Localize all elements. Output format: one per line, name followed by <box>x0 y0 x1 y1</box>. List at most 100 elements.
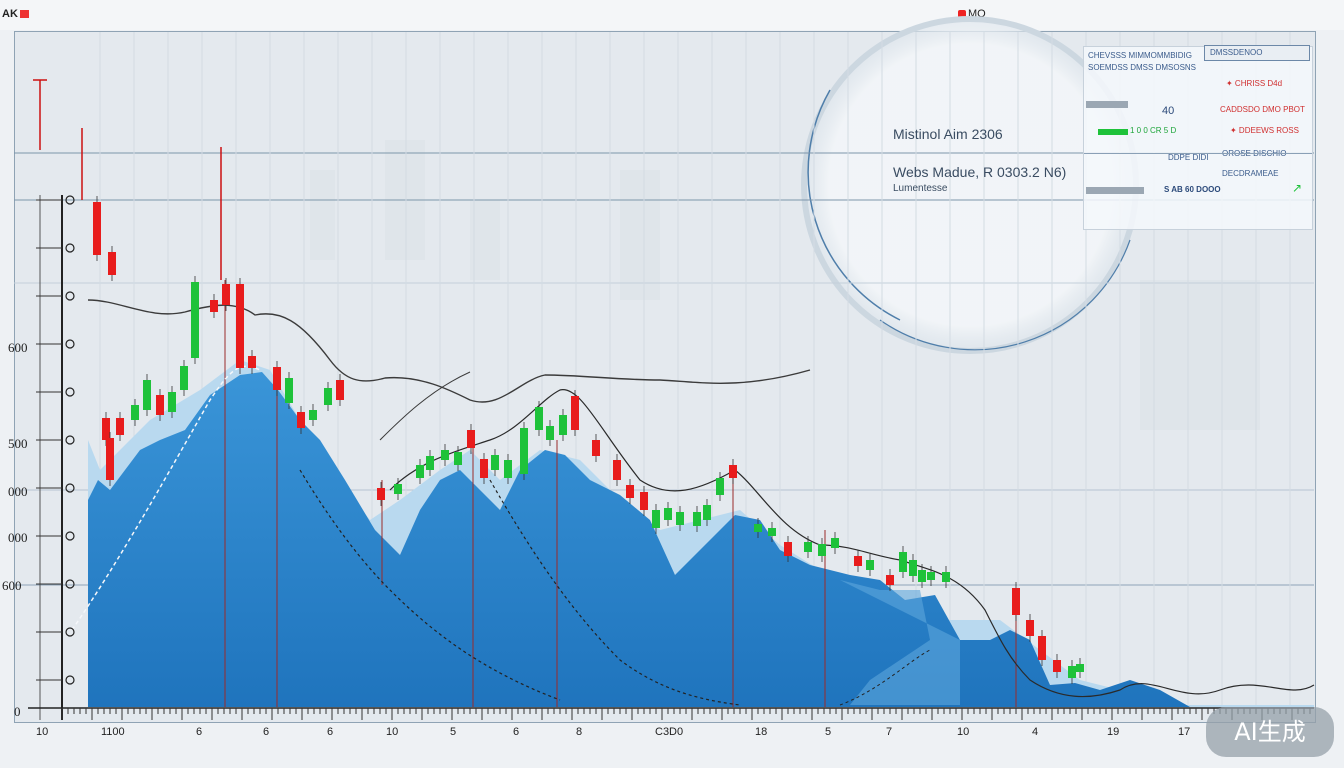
candle-down <box>156 395 164 415</box>
candle-down <box>248 356 256 368</box>
x-tick-label: 10 <box>957 726 970 738</box>
candle-up <box>866 560 874 570</box>
candle-up <box>818 544 826 556</box>
candle-up <box>909 560 917 576</box>
info-line-2: Webs Madue, R 0303.2 N6) <box>893 164 1067 180</box>
x-tick-label: 7 <box>886 726 893 738</box>
candle-down <box>336 380 344 400</box>
candle-up <box>918 570 926 582</box>
panel-text: ✦ DDEEWS ROSS <box>1230 126 1299 135</box>
panel-text: ✦ CHRISS D4d <box>1226 79 1283 88</box>
info-line-1: Mistinol Aim 2306 <box>893 126 1003 142</box>
candle-down <box>571 396 579 430</box>
x-tick-label: 6 <box>263 726 270 738</box>
panel-divider <box>1084 153 1312 154</box>
candle-down <box>1012 588 1020 615</box>
candle-up <box>693 512 701 526</box>
y-tick-marker <box>65 435 75 445</box>
candle-up <box>559 415 567 435</box>
candle-up <box>441 450 449 460</box>
candle-up <box>664 508 672 520</box>
candle-down <box>729 465 737 478</box>
y-tick-marker <box>65 387 75 397</box>
info-line-3: Lumentesse <box>893 183 948 194</box>
candle-up <box>416 465 424 478</box>
candle-up <box>1076 664 1084 672</box>
y-tick-label: 0 <box>14 704 21 719</box>
arrow-up-icon: ↗ <box>1292 181 1303 195</box>
y-axis-ticks <box>36 195 75 685</box>
candle-up <box>927 572 935 580</box>
y-tick-marker <box>65 243 75 253</box>
info-panel: CHEVSSS MIMMOMMBIDIG DMSSDENOO SOEMDSS D… <box>1083 45 1313 230</box>
candle-up <box>504 460 512 478</box>
candle-up <box>324 388 332 405</box>
candle-down <box>210 300 218 312</box>
panel-text: DECDRAMEAE <box>1222 169 1279 178</box>
x-tick-label: 17 <box>1178 726 1191 738</box>
y-tick-marker <box>65 291 75 301</box>
y-tick-marker <box>65 339 75 349</box>
candle-down <box>784 542 792 556</box>
y-tick-marker <box>65 531 75 541</box>
candle-down <box>467 430 475 448</box>
y-tick-label: 600 <box>8 340 28 355</box>
y-tick-label: 000 <box>8 484 28 499</box>
x-axis-ticks <box>61 708 1311 720</box>
panel-text: SOEMDSS DMSS DMSOSNS <box>1088 63 1197 72</box>
candle-up <box>942 572 950 582</box>
candle-down <box>480 459 488 478</box>
candle-down <box>93 202 101 255</box>
candle-up <box>535 407 543 430</box>
panel-bar-gray <box>1086 101 1128 108</box>
x-tick-label: 5 <box>825 726 832 738</box>
panel-text: DMSSDENOO <box>1210 48 1263 57</box>
candle-up <box>180 366 188 390</box>
y-tick-label: 000 <box>8 530 28 545</box>
candle-down <box>236 284 244 368</box>
panel-text: DDPE DIDI <box>1168 153 1209 162</box>
x-tick-label: 6 <box>327 726 334 738</box>
candle-down <box>1038 636 1046 660</box>
candle-up <box>309 410 317 420</box>
candle-up <box>520 428 528 474</box>
candle-up <box>491 455 499 470</box>
candle-up <box>716 478 724 495</box>
panel-text: CHEVSSS MIMMOMMBIDIG <box>1088 51 1193 60</box>
candle-up <box>168 392 176 412</box>
candle-up <box>899 552 907 572</box>
candle-down <box>640 492 648 510</box>
candle-up <box>454 452 462 465</box>
candle-up <box>754 524 762 532</box>
candle-down <box>106 438 114 480</box>
panel-text: CADDSDO DMO PBOT <box>1220 105 1305 114</box>
candle-down <box>377 488 385 500</box>
x-tick-label: 1100 <box>101 726 125 738</box>
candle-down <box>102 418 110 440</box>
ai-generated-badge: AI生成 <box>1206 707 1334 757</box>
x-tick-label: C3D0 <box>655 726 684 738</box>
candle-down <box>1026 620 1034 636</box>
candle-up <box>191 282 199 358</box>
candle-down <box>222 284 230 305</box>
candle-up <box>652 510 660 528</box>
y-tick-marker <box>65 627 75 637</box>
y-tick-marker <box>65 579 75 589</box>
candle-down <box>613 460 621 480</box>
y-tick-label: 600 <box>2 578 22 593</box>
x-tick-label: 4 <box>1032 726 1039 738</box>
candle-down <box>108 252 116 275</box>
x-tick-label: 19 <box>1107 726 1120 738</box>
candle-down <box>297 412 305 428</box>
y-tick-marker <box>65 483 75 493</box>
candle-down <box>626 485 634 498</box>
candle-up <box>426 456 434 470</box>
x-tick-label: 10 <box>36 726 49 738</box>
x-tick-label: 18 <box>755 726 768 738</box>
candle-up <box>394 484 402 494</box>
x-tick-label: 10 <box>386 726 399 738</box>
candle-up <box>1068 666 1076 678</box>
candle-up <box>804 542 812 552</box>
panel-text: 1 0 0 CR 5 D <box>1130 126 1177 135</box>
candle-down <box>116 418 124 435</box>
